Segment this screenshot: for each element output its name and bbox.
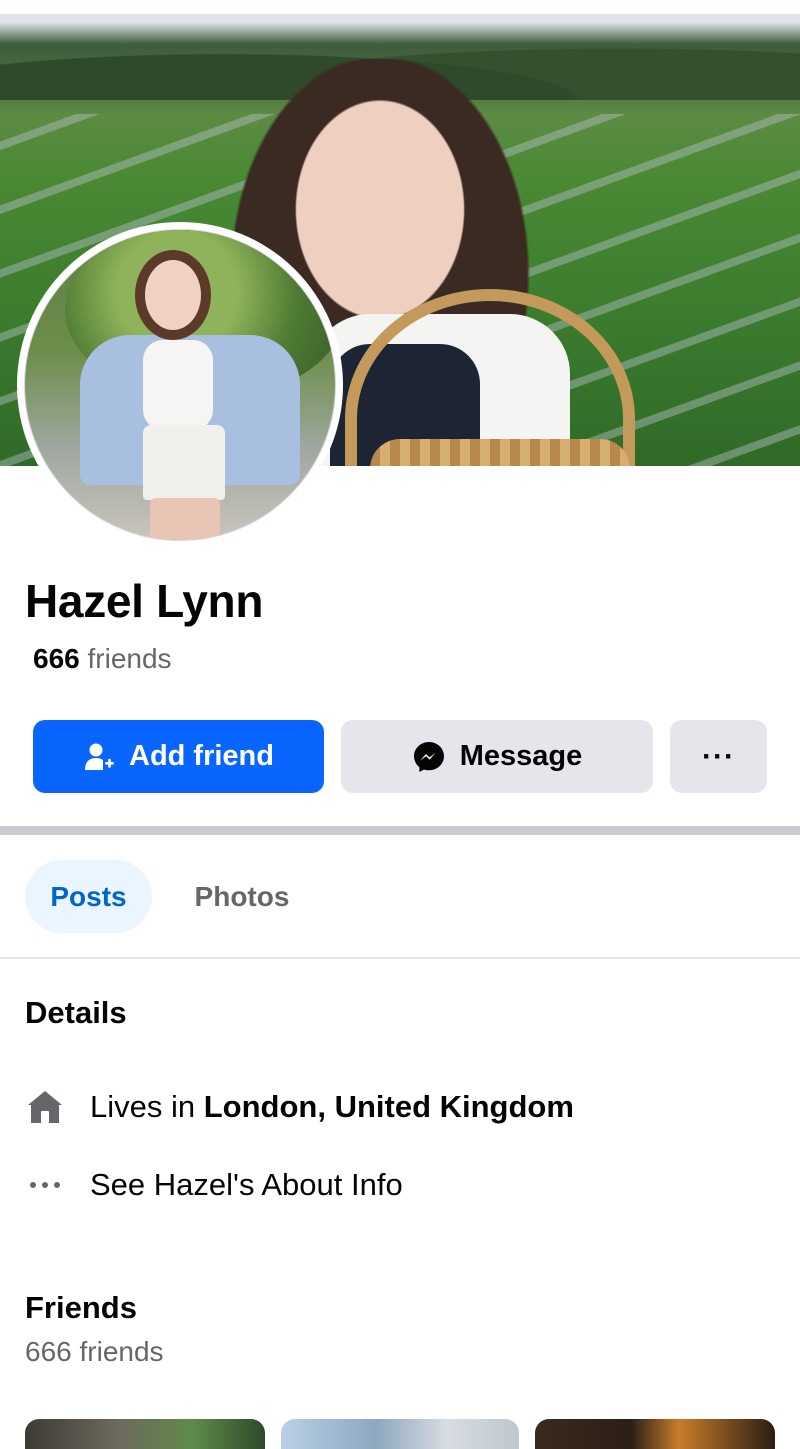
add-friend-label: Add friend <box>129 740 274 772</box>
lives-in-location[interactable]: London, United Kingdom <box>204 1089 574 1124</box>
more-dots-icon: ··· <box>702 739 735 773</box>
profile-avatar[interactable] <box>24 229 336 541</box>
status-strip <box>0 0 800 14</box>
lives-in-text: Lives in London, United Kingdom <box>90 1089 574 1125</box>
tabs-divider <box>0 957 800 959</box>
message-button[interactable]: Message <box>341 720 653 793</box>
home-icon <box>25 1087 65 1127</box>
messenger-icon <box>412 740 446 774</box>
friend-count[interactable]: 666 friends <box>33 643 172 675</box>
more-dots-icon <box>25 1165 65 1205</box>
person-add-icon <box>83 741 115 773</box>
detail-about-info[interactable]: See Hazel's About Info <box>25 1163 403 1207</box>
details-heading: Details <box>25 995 127 1030</box>
about-info-link: See Hazel's About Info <box>90 1167 403 1202</box>
friends-heading: Friends <box>25 1290 137 1325</box>
add-friend-button[interactable]: Add friend <box>33 720 324 793</box>
cover-basket <box>370 439 630 466</box>
friends-section-count[interactable]: 666 friends <box>25 1336 164 1368</box>
friend-thumbnail[interactable] <box>25 1419 265 1449</box>
section-divider <box>0 826 800 835</box>
tab-photos[interactable]: Photos <box>176 860 308 933</box>
friend-thumbnail[interactable] <box>281 1419 519 1449</box>
avatar-head <box>145 260 201 330</box>
lives-in-prefix: Lives in <box>90 1089 196 1124</box>
detail-lives-in[interactable]: Lives in London, United Kingdom <box>25 1085 574 1129</box>
profile-name: Hazel Lynn <box>25 575 264 627</box>
more-options-button[interactable]: ··· <box>670 720 767 793</box>
avatar-skirt <box>143 425 225 500</box>
friend-thumbnail[interactable] <box>535 1419 775 1449</box>
avatar-legs <box>150 498 220 540</box>
friend-count-label: friends <box>87 643 172 674</box>
message-label: Message <box>459 740 583 772</box>
tab-posts[interactable]: Posts <box>25 860 152 933</box>
friend-count-number: 666 <box>33 643 80 674</box>
avatar-top <box>143 340 213 430</box>
